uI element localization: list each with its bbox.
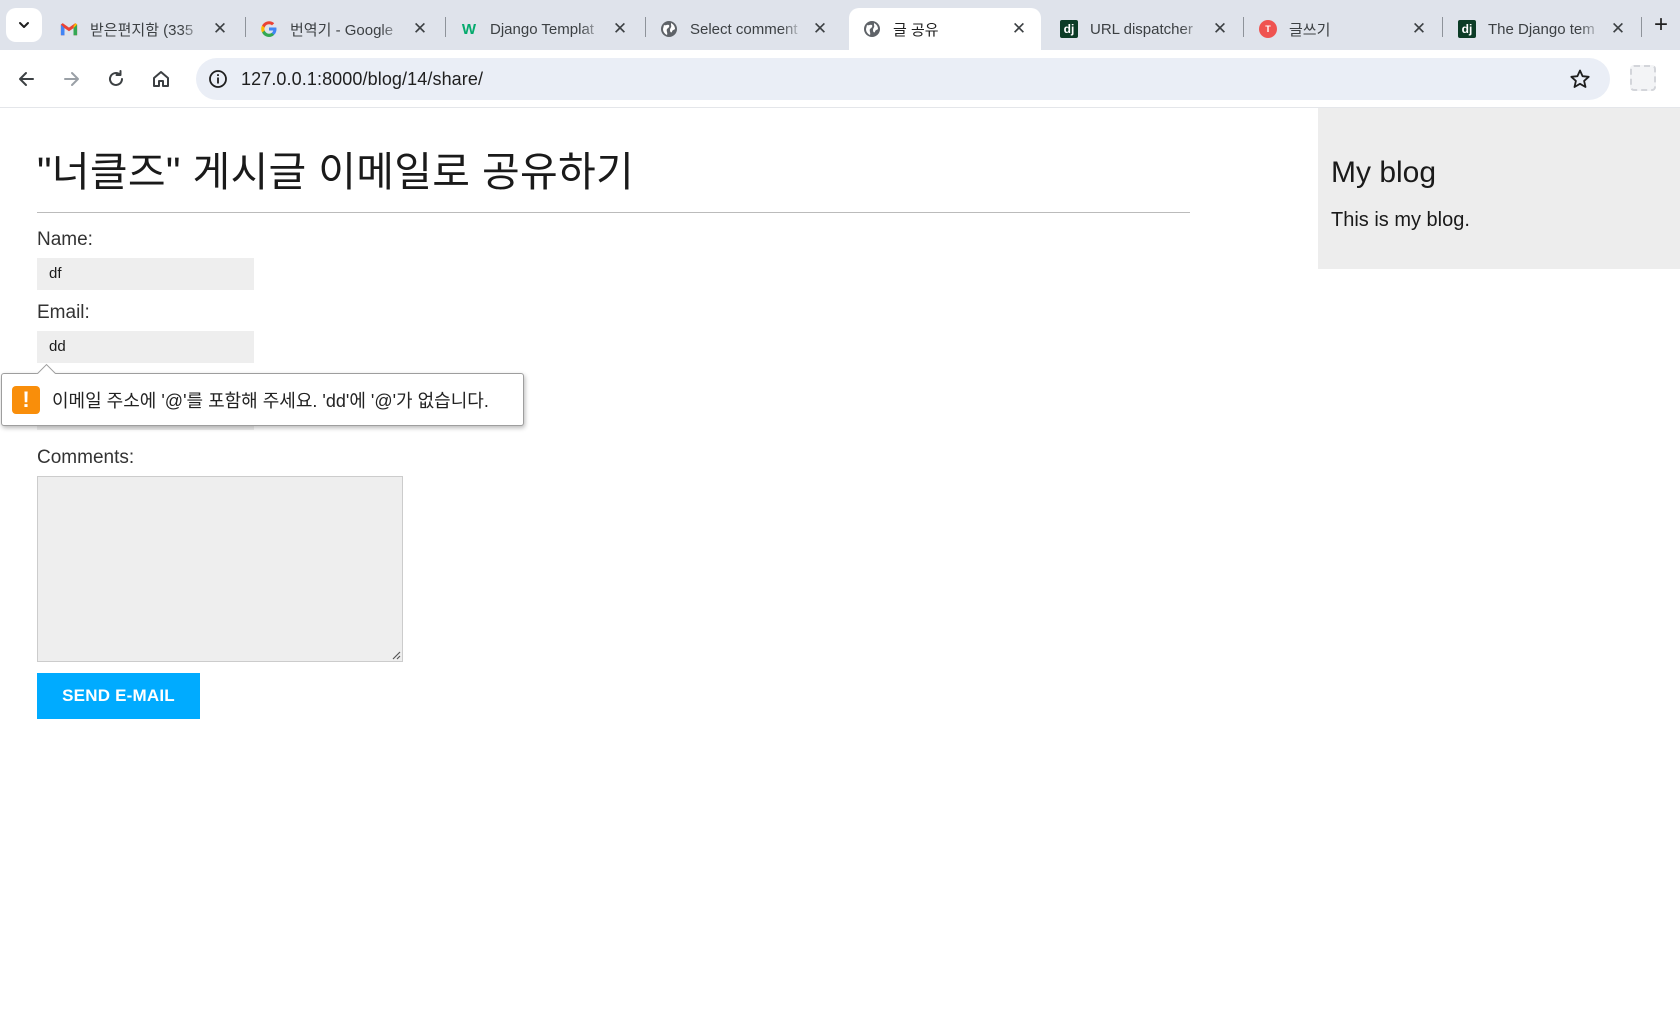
validation-message: 이메일 주소에 '@'를 포함해 주세요. 'dd'에 '@'가 없습니다.	[52, 390, 489, 411]
resize-handle-icon[interactable]	[389, 648, 401, 660]
w3schools-icon: W	[461, 20, 477, 38]
tab-strip: 받은편지함 (335 ✕ 번역기 - Google ✕ W Django Tem…	[0, 0, 1680, 50]
extension-icon[interactable]	[1630, 65, 1656, 91]
tab-url-dispatcher[interactable]: dj URL dispatcher ✕	[1046, 8, 1242, 50]
tab-share-post[interactable]: 글 공유 ✕	[849, 8, 1041, 50]
sidebar: My blog This is my blog.	[1318, 108, 1680, 269]
tab-separator	[1442, 17, 1443, 37]
arrow-right-icon	[64, 72, 79, 86]
sidebar-text: This is my blog.	[1331, 209, 1470, 231]
email-input[interactable]	[37, 331, 254, 363]
tab-title: 글쓰기	[1289, 21, 1331, 39]
send-email-button[interactable]: SEND E-MAIL	[37, 673, 200, 719]
name-input[interactable]	[37, 258, 254, 290]
comments-textarea[interactable]	[37, 476, 403, 662]
page-viewport: "너클즈" 게시글 이메일로 공유하기 Name: Email: Comment…	[0, 108, 1680, 1009]
tab-write-post[interactable]: T 글쓰기 ✕	[1245, 8, 1441, 50]
new-tab-button[interactable]: +	[1646, 10, 1676, 40]
site-info-button[interactable]	[206, 67, 230, 91]
tab-title: URL dispatcher	[1090, 20, 1193, 38]
browser-toolbar: 127.0.0.1:8000/blog/14/share/	[0, 50, 1680, 108]
arrow-left-icon	[19, 72, 34, 86]
tab-title: Django Templat	[490, 20, 594, 38]
main-content: "너클즈" 게시글 이메일로 공유하기 Name: Email: Comment…	[37, 108, 1190, 719]
warning-icon: !	[12, 385, 40, 414]
tab-w3schools[interactable]: W Django Templat ✕	[446, 8, 642, 50]
django-icon: dj	[1060, 20, 1078, 38]
validation-tooltip: ! 이메일 주소에 '@'를 포함해 주세요. 'dd'에 '@'가 없습니다.	[1, 373, 524, 426]
close-icon[interactable]: ✕	[1009, 19, 1029, 39]
browser-window: 받은편지함 (335 ✕ 번역기 - Google ✕ W Django Tem…	[0, 0, 1680, 1009]
page-title: "너클즈" 게시글 이메일로 공유하기	[37, 138, 1190, 213]
tab-title: Select comment	[690, 20, 798, 38]
close-icon[interactable]: ✕	[210, 19, 230, 39]
globe-icon	[660, 20, 678, 38]
address-bar[interactable]: 127.0.0.1:8000/blog/14/share/	[196, 58, 1610, 100]
tab-title: 번역기 - Google	[290, 21, 394, 39]
tab-gmail[interactable]: 받은편지함 (335 ✕	[46, 8, 242, 50]
tistory-icon: T	[1259, 20, 1277, 38]
gmail-icon	[60, 20, 78, 38]
close-icon[interactable]: ✕	[610, 19, 630, 39]
star-icon	[1570, 69, 1590, 88]
close-icon[interactable]: ✕	[1210, 19, 1230, 39]
tab-title: 글 공유	[893, 21, 939, 39]
tab-title: The Django tem	[1488, 20, 1595, 38]
name-label: Name:	[37, 229, 93, 250]
globe-icon	[863, 20, 881, 38]
back-button[interactable]	[10, 62, 44, 96]
home-icon	[153, 71, 169, 87]
home-button[interactable]	[144, 62, 178, 96]
tab-title: 받은편지함 (335	[90, 21, 194, 39]
forward-button[interactable]	[54, 62, 88, 96]
tab-search-button[interactable]	[6, 8, 42, 42]
tab-google-translate[interactable]: 번역기 - Google ✕	[246, 8, 442, 50]
close-icon[interactable]: ✕	[410, 19, 430, 39]
bookmark-button[interactable]	[1568, 67, 1592, 91]
comments-label: Comments:	[37, 447, 135, 468]
django-icon: dj	[1458, 20, 1476, 38]
google-icon	[260, 20, 278, 38]
close-icon[interactable]: ✕	[1608, 19, 1628, 39]
tab-select-comment[interactable]: Select comment ✕	[646, 8, 842, 50]
tooltip-arrow	[36, 363, 56, 374]
chevron-down-icon	[19, 22, 29, 28]
tab-django-templates[interactable]: dj The Django tem ✕	[1444, 8, 1640, 50]
sidebar-title: My blog	[1331, 156, 1437, 189]
close-icon[interactable]: ✕	[1409, 19, 1429, 39]
plus-icon: +	[1653, 11, 1668, 38]
reload-icon	[109, 70, 123, 86]
tab-separator	[1641, 17, 1642, 37]
close-icon[interactable]: ✕	[810, 19, 830, 39]
tab-separator	[1243, 17, 1244, 37]
email-label: Email:	[37, 302, 90, 323]
info-icon	[209, 70, 227, 88]
reload-button[interactable]	[99, 62, 133, 96]
url-text: 127.0.0.1:8000/blog/14/share/	[241, 69, 484, 89]
